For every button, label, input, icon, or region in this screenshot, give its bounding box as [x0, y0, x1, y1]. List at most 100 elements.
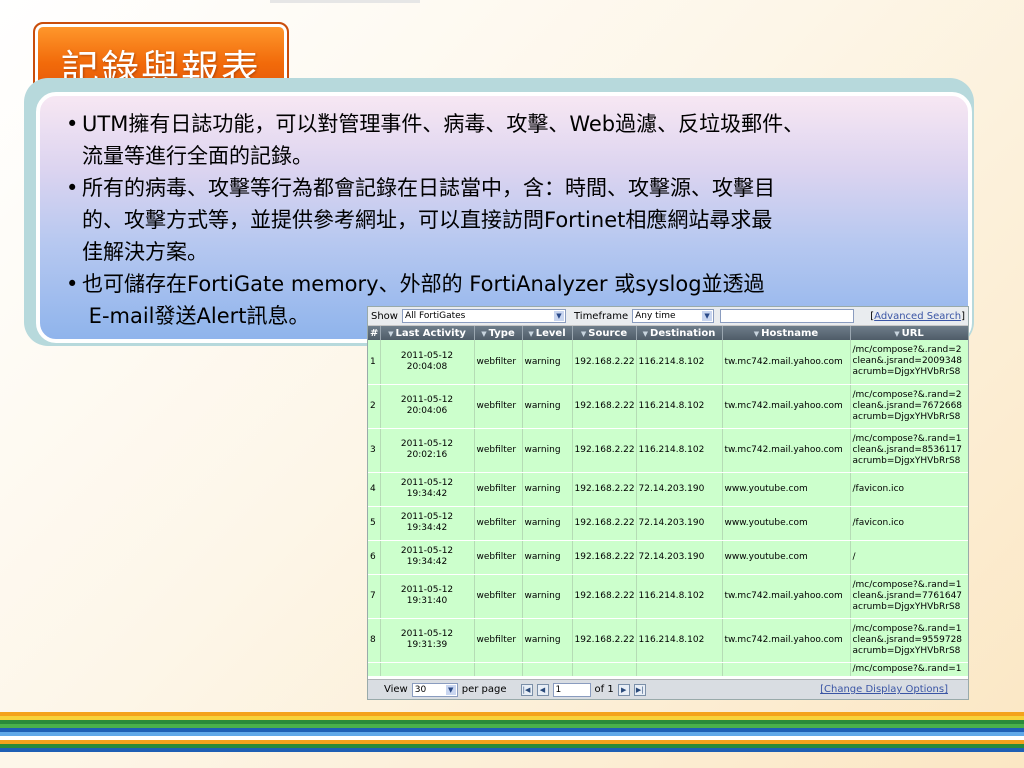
level-cell: warning — [522, 506, 573, 541]
column-header[interactable]: # — [368, 326, 381, 340]
table-row[interactable]: 6 2011-05-12 19:34:42 webfilter warning 192.1… — [368, 540, 968, 575]
partial-cell — [368, 662, 381, 677]
sort-icon: ▼ — [642, 329, 649, 338]
table-row[interactable]: 5 2011-05-12 19:34:42 webfilter warning 192.1… — [368, 506, 968, 541]
type-cell: webfilter — [474, 618, 523, 663]
level-cell: warning — [522, 574, 573, 619]
sort-icon: ▼ — [528, 329, 534, 338]
sort-icon: ▼ — [580, 329, 587, 338]
partial-cell — [474, 662, 523, 677]
row-number: 2 — [368, 384, 381, 429]
activity-date: 2011-05-12 — [400, 629, 454, 639]
sort-icon: ▼ — [894, 329, 900, 338]
last-activity-cell: 2011-05-12 19:34:42 — [380, 506, 475, 541]
per-page-select[interactable]: 30 ▼ — [411, 682, 458, 697]
last-activity-cell: 2011-05-12 20:04:06 — [380, 384, 475, 429]
footer-stripe — [0, 748, 1024, 752]
show-select-value: All FortiGates — [404, 311, 466, 321]
table-row[interactable]: /mc/compose?&.rand=1 — [368, 662, 968, 677]
type-cell: webfilter — [474, 574, 523, 619]
row-number: 7 — [368, 574, 381, 619]
show-select[interactable]: All FortiGates ▼ — [401, 309, 566, 323]
partial-cell — [572, 662, 637, 677]
sort-icon: ▼ — [388, 329, 394, 338]
prev-page-icon[interactable]: ◀ — [536, 683, 549, 696]
bullet-list: • UTM擁有日誌功能，可以對管理事件、病毒、攻擊、Web過濾、反垃圾郵件、 流… — [66, 108, 966, 332]
advanced-search-link[interactable]: Advanced Search — [874, 311, 961, 322]
activity-date: 2011-05-12 — [400, 546, 454, 556]
footer-stripes — [0, 712, 1024, 768]
column-header-label: Source — [588, 327, 628, 339]
column-header[interactable]: ▼ Level — [522, 326, 573, 340]
level-cell: warning — [522, 540, 573, 575]
bullet-dot: • — [66, 112, 79, 136]
url-cell: /favicon.ico — [850, 472, 968, 507]
activity-time: 20:04:06 — [406, 406, 448, 416]
last-activity-cell: 2011-05-12 20:02:16 — [380, 428, 475, 473]
activity-time: 19:34:42 — [406, 523, 448, 533]
column-header-label: URL — [901, 327, 924, 339]
hostname-cell: www.youtube.com — [722, 472, 851, 507]
hostname-cell: tw.mc742.mail.yahoo.com — [722, 428, 851, 473]
pagination-bar: View 30 ▼ per page |◀ ◀ 1 of 1 ▶ ▶| [Cha… — [368, 679, 968, 699]
advanced-search-link-wrapper: [Advanced Search] — [870, 310, 965, 322]
column-header-label: Destination — [650, 327, 716, 339]
level-cell: warning — [522, 340, 573, 385]
activity-time: 19:31:39 — [406, 640, 448, 650]
table-row[interactable]: 7 2011-05-12 19:31:40 webfilter warning 192.1… — [368, 574, 968, 619]
level-cell: warning — [522, 618, 573, 663]
bullet-dot: • — [66, 176, 79, 200]
table-row[interactable]: 3 2011-05-12 20:02:16 webfilter warning 192.1… — [368, 428, 968, 473]
partial-cell — [636, 662, 723, 677]
source-cell: 192.168.2.22 — [572, 574, 637, 619]
column-header[interactable]: ▼ Last Activity — [380, 326, 475, 340]
filter-extra-input[interactable] — [720, 309, 855, 323]
column-header[interactable]: ▼ Hostname — [722, 326, 851, 340]
activity-date: 2011-05-12 — [400, 395, 454, 405]
table-row[interactable]: 2 2011-05-12 20:04:06 webfilter warning 192.1… — [368, 384, 968, 429]
column-header-label: # — [370, 327, 379, 339]
activity-time: 19:31:40 — [406, 596, 448, 606]
table-row[interactable]: 4 2011-05-12 19:34:42 webfilter warning 192.1… — [368, 472, 968, 507]
row-number: 4 — [368, 472, 381, 507]
hostname-cell: tw.mc742.mail.yahoo.com — [722, 574, 851, 619]
last-page-icon[interactable]: ▶| — [633, 683, 646, 696]
column-header-label: Last Activity — [395, 327, 466, 339]
timeframe-select[interactable]: Any time ▼ — [632, 309, 715, 323]
timeframe-label: Timeframe — [573, 310, 629, 322]
bullet-text: 流量等進行全面的記錄。 — [82, 144, 313, 168]
table-row[interactable]: 8 2011-05-12 19:31:39 webfilter warning 192.1… — [368, 618, 968, 663]
column-header-label: Hostname — [761, 327, 819, 339]
show-label: Show — [371, 310, 398, 322]
partial-cell — [722, 662, 851, 677]
activity-date: 2011-05-12 — [400, 512, 454, 522]
type-cell: webfilter — [474, 472, 523, 507]
row-number: 6 — [368, 540, 381, 575]
page-count-label: of 1 — [594, 684, 614, 695]
column-header[interactable]: ▼ Type — [474, 326, 523, 340]
column-header[interactable]: ▼ Source — [572, 326, 637, 340]
page-number-input[interactable]: 1 — [552, 682, 591, 697]
last-activity-cell: 2011-05-12 19:34:42 — [380, 472, 475, 507]
source-cell: 192.168.2.22 — [572, 384, 637, 429]
first-page-icon[interactable]: |◀ — [520, 683, 533, 696]
sort-icon: ▼ — [753, 329, 760, 338]
column-header[interactable]: ▼ URL — [850, 326, 968, 340]
activity-time: 20:02:16 — [406, 450, 448, 460]
last-activity-cell: 2011-05-12 19:31:40 — [380, 574, 475, 619]
column-header[interactable]: ▼ Destination — [636, 326, 723, 340]
bullet-item: • UTM擁有日誌功能，可以對管理事件、病毒、攻擊、Web過濾、反垃圾郵件、 流… — [66, 108, 966, 172]
view-label: View — [384, 684, 408, 695]
timeframe-select-value: Any time — [635, 311, 676, 321]
type-cell: webfilter — [474, 340, 523, 385]
last-activity-cell: 2011-05-12 19:31:39 — [380, 618, 475, 663]
url-cell: /mc/compose?&.rand=1 clean&.jsrand=77616… — [850, 574, 968, 619]
per-page-label: per page — [461, 684, 507, 695]
change-display-options-link[interactable]: [Change Display Options] — [820, 684, 948, 695]
destination-cell: 116.214.8.102 — [636, 340, 723, 385]
next-page-icon[interactable]: ▶ — [617, 683, 630, 696]
destination-cell: 72.14.203.190 — [636, 472, 723, 507]
source-cell: 192.168.2.22 — [572, 340, 637, 385]
last-activity-cell: 2011-05-12 19:34:42 — [380, 540, 475, 575]
table-row[interactable]: 1 2011-05-12 20:04:08 webfilter warning 192.1… — [368, 340, 968, 385]
